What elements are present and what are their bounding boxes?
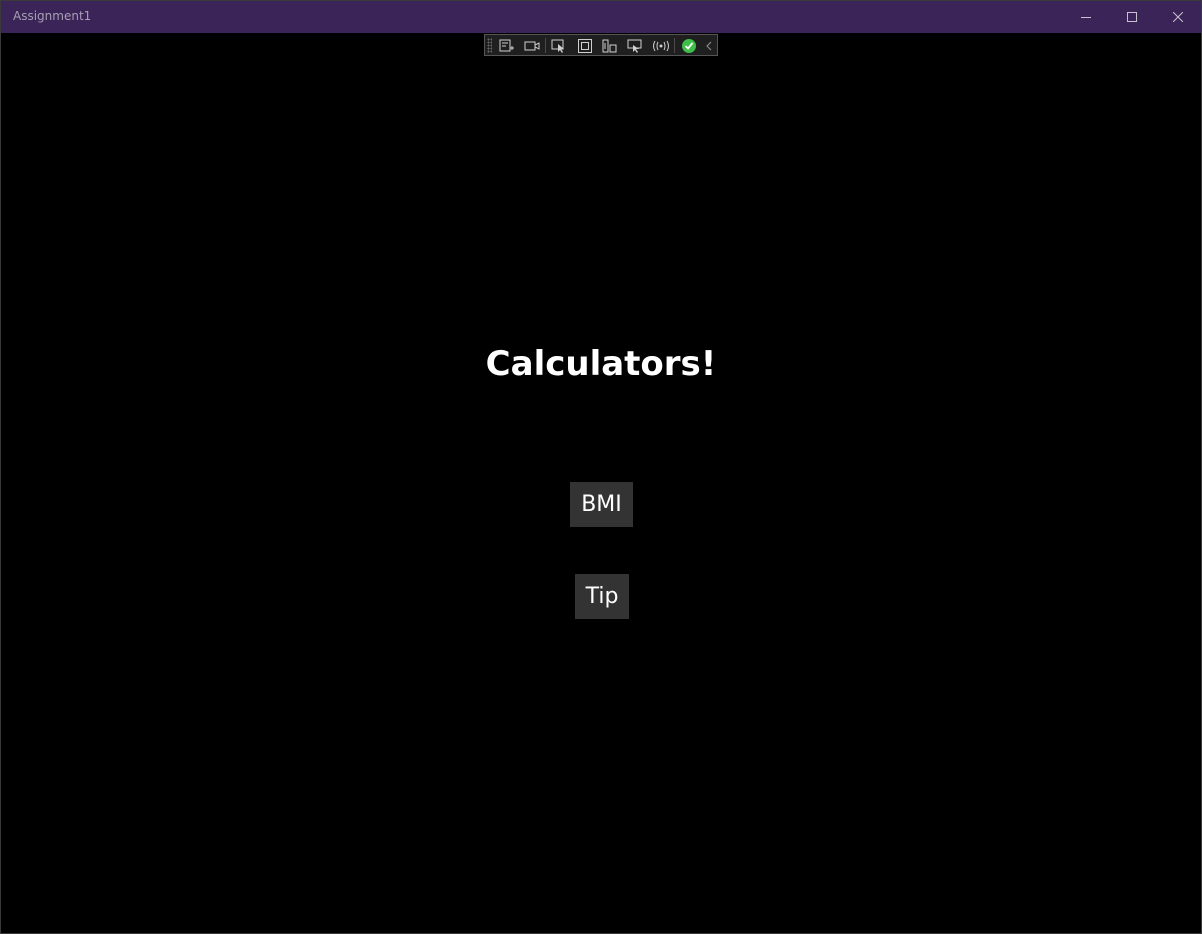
close-button[interactable]	[1155, 1, 1201, 33]
status-ok-indicator[interactable]	[680, 37, 698, 54]
display-layout-adorners-icon	[578, 38, 592, 53]
hot-reload-button[interactable]	[652, 37, 670, 54]
select-element-icon	[551, 39, 564, 53]
toolbar-grip[interactable]	[487, 38, 492, 53]
app-window: Assignment1 Calculators! BMI Tip	[0, 0, 1202, 934]
display-layout-adorners-button[interactable]	[576, 37, 594, 54]
toolbar-separator	[674, 38, 675, 53]
select-element-button[interactable]	[550, 37, 568, 54]
live-visual-tree-button[interactable]	[498, 37, 516, 54]
page-title: Calculators!	[485, 344, 717, 384]
minimize-icon	[1081, 17, 1091, 18]
title-bar[interactable]: Assignment1	[1, 1, 1201, 33]
tip-button[interactable]: Tip	[575, 574, 629, 619]
bmi-button[interactable]: BMI	[570, 482, 633, 527]
collapse-toolbar-button[interactable]	[702, 37, 716, 54]
minimize-button[interactable]	[1063, 1, 1109, 33]
live-visual-tree-icon	[499, 39, 514, 51]
window-title: Assignment1	[13, 9, 92, 23]
collapse-chevron-icon	[706, 41, 712, 50]
track-focus-icon	[602, 39, 617, 52]
record-video-icon	[524, 41, 540, 50]
close-icon	[1173, 12, 1183, 22]
hot-reload-icon	[653, 40, 669, 51]
record-video-button[interactable]	[523, 37, 541, 54]
maximize-icon	[1127, 12, 1137, 22]
binding-failures-icon	[627, 39, 642, 53]
status-ok-icon	[682, 38, 696, 53]
toolbar-separator	[545, 38, 546, 53]
binding-failures-button[interactable]	[626, 37, 644, 54]
xaml-debug-toolbar	[484, 34, 718, 56]
track-focus-button[interactable]	[601, 37, 619, 54]
maximize-button[interactable]	[1109, 1, 1155, 33]
